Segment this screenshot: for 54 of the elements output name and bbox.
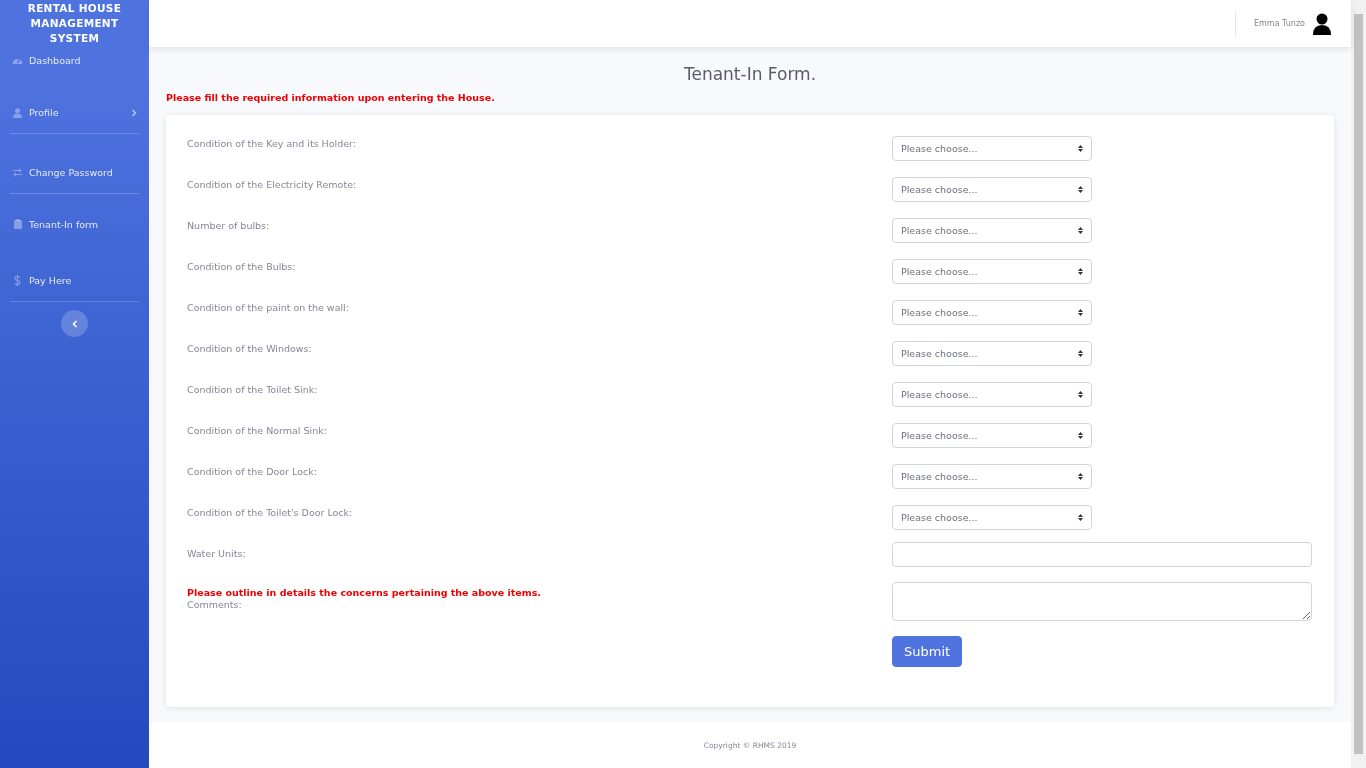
sort-arrows-icon [1078, 186, 1083, 193]
dropdown[interactable]: Please choose... [892, 423, 1092, 448]
field-label: Condition of the paint on the wall: [187, 301, 350, 313]
sort-arrows-icon [1078, 432, 1083, 439]
sidebar-item[interactable]: Dashboard [10, 46, 139, 74]
user-avatar-icon[interactable] [1313, 12, 1331, 35]
dropdown[interactable]: Please choose... [892, 341, 1092, 366]
field-label: Condition of the Bulbs: [187, 260, 297, 272]
sort-arrows-icon [1078, 268, 1083, 275]
field-label: Condition of the Toilet Sink: [187, 383, 319, 395]
field-label: Comments: [187, 598, 243, 610]
chevron-right-icon [131, 108, 137, 117]
notice-text: Please fill the required information upon entering the House. [166, 92, 496, 103]
field-label: Condition of the Toilet's Door Lock: [187, 506, 354, 518]
swap-arrows-icon [12, 168, 23, 177]
scrollbar[interactable] [1351, 0, 1366, 768]
sidebar-toggle-button[interactable] [61, 310, 88, 337]
comments-field[interactable] [892, 582, 1312, 621]
sort-arrows-icon [1078, 514, 1083, 521]
sort-arrows-icon [1078, 391, 1083, 398]
dropdown[interactable]: Please choose... [892, 136, 1092, 161]
dropdown[interactable]: Please choose... [892, 300, 1092, 325]
sort-arrows-icon [1078, 350, 1083, 357]
dropdown[interactable]: Please choose... [892, 259, 1092, 284]
submit-button[interactable]: Submit [892, 636, 963, 667]
chevron-left-icon [71, 319, 78, 328]
field-label: Number of bulbs: [187, 219, 271, 231]
sort-arrows-icon [1078, 227, 1083, 234]
dropdown[interactable]: Please choose... [892, 218, 1092, 243]
clipboard-icon [12, 219, 23, 229]
user-name[interactable]: Emma Tunzo [1254, 19, 1305, 28]
brand-title: RENTAL HOUSE MANAGEMENT SYSTEM [26, 1, 123, 46]
sort-arrows-icon [1078, 309, 1083, 316]
sidebar-item[interactable]: Pay Here [10, 254, 139, 302]
field-label: Condition of the Door Lock: [187, 465, 318, 477]
sort-arrows-icon [1078, 473, 1083, 480]
dropdown[interactable]: Please choose... [892, 177, 1092, 202]
field-label: Condition of the Electricity Remote: [187, 178, 358, 190]
sidebar-item[interactable]: Change Password [10, 146, 139, 194]
field-label: Condition of the Windows: [187, 342, 313, 354]
sidebar-item[interactable]: Tenant-In form [10, 206, 139, 242]
dropdown[interactable]: Please choose... [892, 464, 1092, 489]
dropdown[interactable]: Please choose... [892, 505, 1092, 530]
sidebar-item[interactable]: Profile [10, 86, 139, 134]
dollar-icon [12, 275, 23, 286]
note-text: Please outline in details the concerns pertaining the above items. [187, 586, 542, 598]
dropdown[interactable]: Please choose... [892, 382, 1092, 407]
field-label: Water Units: [187, 547, 247, 559]
page-title: Tenant-In Form. [682, 64, 818, 84]
sort-arrows-icon [1078, 145, 1083, 152]
text-field[interactable] [892, 542, 1312, 567]
field-label: Condition of the Normal Sink: [187, 424, 328, 436]
user-icon [12, 107, 23, 118]
field-label: Condition of the Key and its Holder: [187, 137, 358, 149]
